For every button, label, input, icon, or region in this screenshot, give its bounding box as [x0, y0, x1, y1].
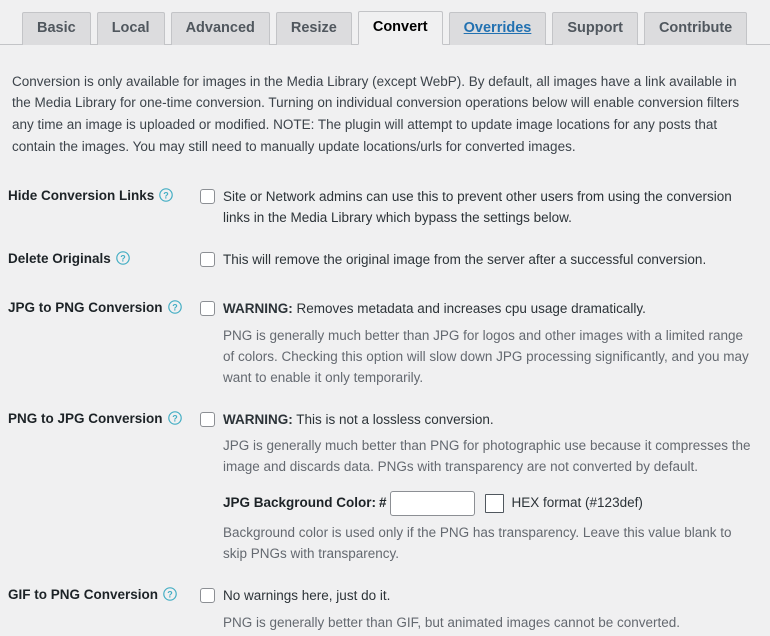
- settings-tab-bar: Basic Local Advanced Resize Convert Over…: [0, 0, 770, 45]
- setting-row-hide-conversion-links: Hide Conversion Links? Site or Network a…: [0, 171, 770, 234]
- checkbox-hide-conversion-links[interactable]: [200, 189, 215, 205]
- checkbox-gif-to-png[interactable]: [200, 588, 215, 604]
- convert-intro-text: Conversion is only available for images …: [12, 73, 740, 155]
- svg-text:?: ?: [164, 191, 170, 201]
- hash-prefix: #: [379, 495, 387, 511]
- hex-format-note: HEX format (#123def): [511, 495, 643, 511]
- jpg-background-color-label: JPG Background Color:: [223, 495, 377, 511]
- option-description-body: This is not a lossless conversion.: [292, 411, 494, 427]
- tab-local[interactable]: Local: [96, 11, 165, 45]
- tab-convert[interactable]: Convert: [357, 10, 443, 45]
- setting-row-png-to-jpg: PNG to JPG Conversion? WARNING: This is …: [0, 394, 770, 570]
- checkbox-delete-originals[interactable]: [200, 251, 215, 267]
- checkbox-line: WARNING: This is not a lossless conversi…: [200, 410, 754, 430]
- option-description-body: Removes metadata and increases cpu usage…: [292, 301, 646, 317]
- setting-label-text: Delete Originals: [8, 250, 111, 266]
- checkbox-line: WARNING: Removes metadata and increases …: [200, 299, 754, 319]
- control-delete-originals: This will remove the original image from…: [200, 234, 770, 284]
- tab-overrides[interactable]: Overrides: [448, 11, 547, 45]
- jpg-background-color-input[interactable]: [389, 491, 475, 517]
- question-mark-circle-icon[interactable]: ?: [167, 411, 182, 425]
- label-jpg-to-png: JPG to PNG Conversion?: [0, 283, 200, 393]
- tab-contribute[interactable]: Contribute: [643, 11, 748, 45]
- control-jpg-to-png: WARNING: Removes metadata and increases …: [200, 283, 770, 393]
- question-mark-circle-icon[interactable]: ?: [167, 300, 182, 315]
- color-preview-swatch[interactable]: [484, 494, 504, 514]
- setting-label-text: GIF to PNG Conversion: [8, 587, 159, 603]
- control-png-to-jpg: WARNING: This is not a lossless conversi…: [200, 394, 770, 570]
- option-description: This will remove the original image from…: [223, 251, 707, 267]
- tab-resize[interactable]: Resize: [275, 11, 352, 45]
- warning-prefix: WARNING:: [223, 301, 293, 317]
- setting-label-text: PNG to JPG Conversion: [8, 410, 163, 426]
- checkbox-line: This will remove the original image from…: [200, 250, 754, 270]
- option-description: No warnings here, just do it.: [223, 588, 391, 604]
- svg-text:?: ?: [120, 253, 126, 263]
- convert-settings-table: Hide Conversion Links? Site or Network a…: [0, 171, 770, 636]
- tab-support[interactable]: Support: [552, 11, 638, 45]
- label-hide-conversion-links: Hide Conversion Links?: [0, 171, 200, 234]
- warning-prefix: WARNING:: [223, 411, 293, 427]
- setting-help-text: PNG is generally much better than JPG fo…: [223, 327, 749, 385]
- svg-text:?: ?: [172, 413, 178, 423]
- setting-help-text: PNG is generally better than GIF, but an…: [223, 614, 681, 630]
- question-mark-circle-icon[interactable]: ?: [115, 251, 130, 265]
- checkbox-png-to-jpg[interactable]: [200, 411, 215, 427]
- jpg-background-color-row: JPG Background Color: # HEX format (#123…: [223, 491, 754, 517]
- question-mark-circle-icon[interactable]: ?: [163, 587, 177, 602]
- tab-basic[interactable]: Basic: [22, 11, 91, 45]
- option-description: Site or Network admins can use this to p…: [223, 189, 732, 225]
- setting-row-delete-originals: Delete Originals? This will remove the o…: [0, 234, 770, 284]
- setting-row-jpg-to-png: JPG to PNG Conversion? WARNING: Removes …: [0, 283, 770, 393]
- setting-row-gif-to-png: GIF to PNG Conversion? No warnings here,…: [0, 570, 770, 636]
- svg-text:?: ?: [172, 303, 178, 313]
- question-mark-circle-icon[interactable]: ?: [159, 188, 174, 203]
- setting-help-text: JPG is generally much better than PNG fo…: [223, 438, 751, 475]
- checkbox-line: No warnings here, just do it.: [200, 586, 754, 606]
- option-description: WARNING: This is not a lossless conversi…: [223, 410, 494, 430]
- label-gif-to-png: GIF to PNG Conversion?: [0, 570, 200, 636]
- setting-label-text: JPG to PNG Conversion: [8, 300, 163, 316]
- option-description: WARNING: Removes metadata and increases …: [223, 299, 646, 319]
- setting-label-text: Hide Conversion Links: [8, 188, 155, 204]
- label-delete-originals: Delete Originals?: [0, 234, 200, 284]
- tab-advanced[interactable]: Advanced: [170, 11, 270, 45]
- svg-text:?: ?: [167, 590, 173, 600]
- label-png-to-jpg: PNG to JPG Conversion?: [0, 394, 200, 570]
- control-hide-conversion-links: Site or Network admins can use this to p…: [200, 171, 770, 234]
- control-gif-to-png: No warnings here, just do it. PNG is gen…: [200, 570, 770, 636]
- checkbox-jpg-to-png[interactable]: [200, 301, 215, 317]
- checkbox-line: Site or Network admins can use this to p…: [200, 187, 754, 228]
- setting-help-text-secondary: Background color is used only if the PNG…: [223, 525, 732, 562]
